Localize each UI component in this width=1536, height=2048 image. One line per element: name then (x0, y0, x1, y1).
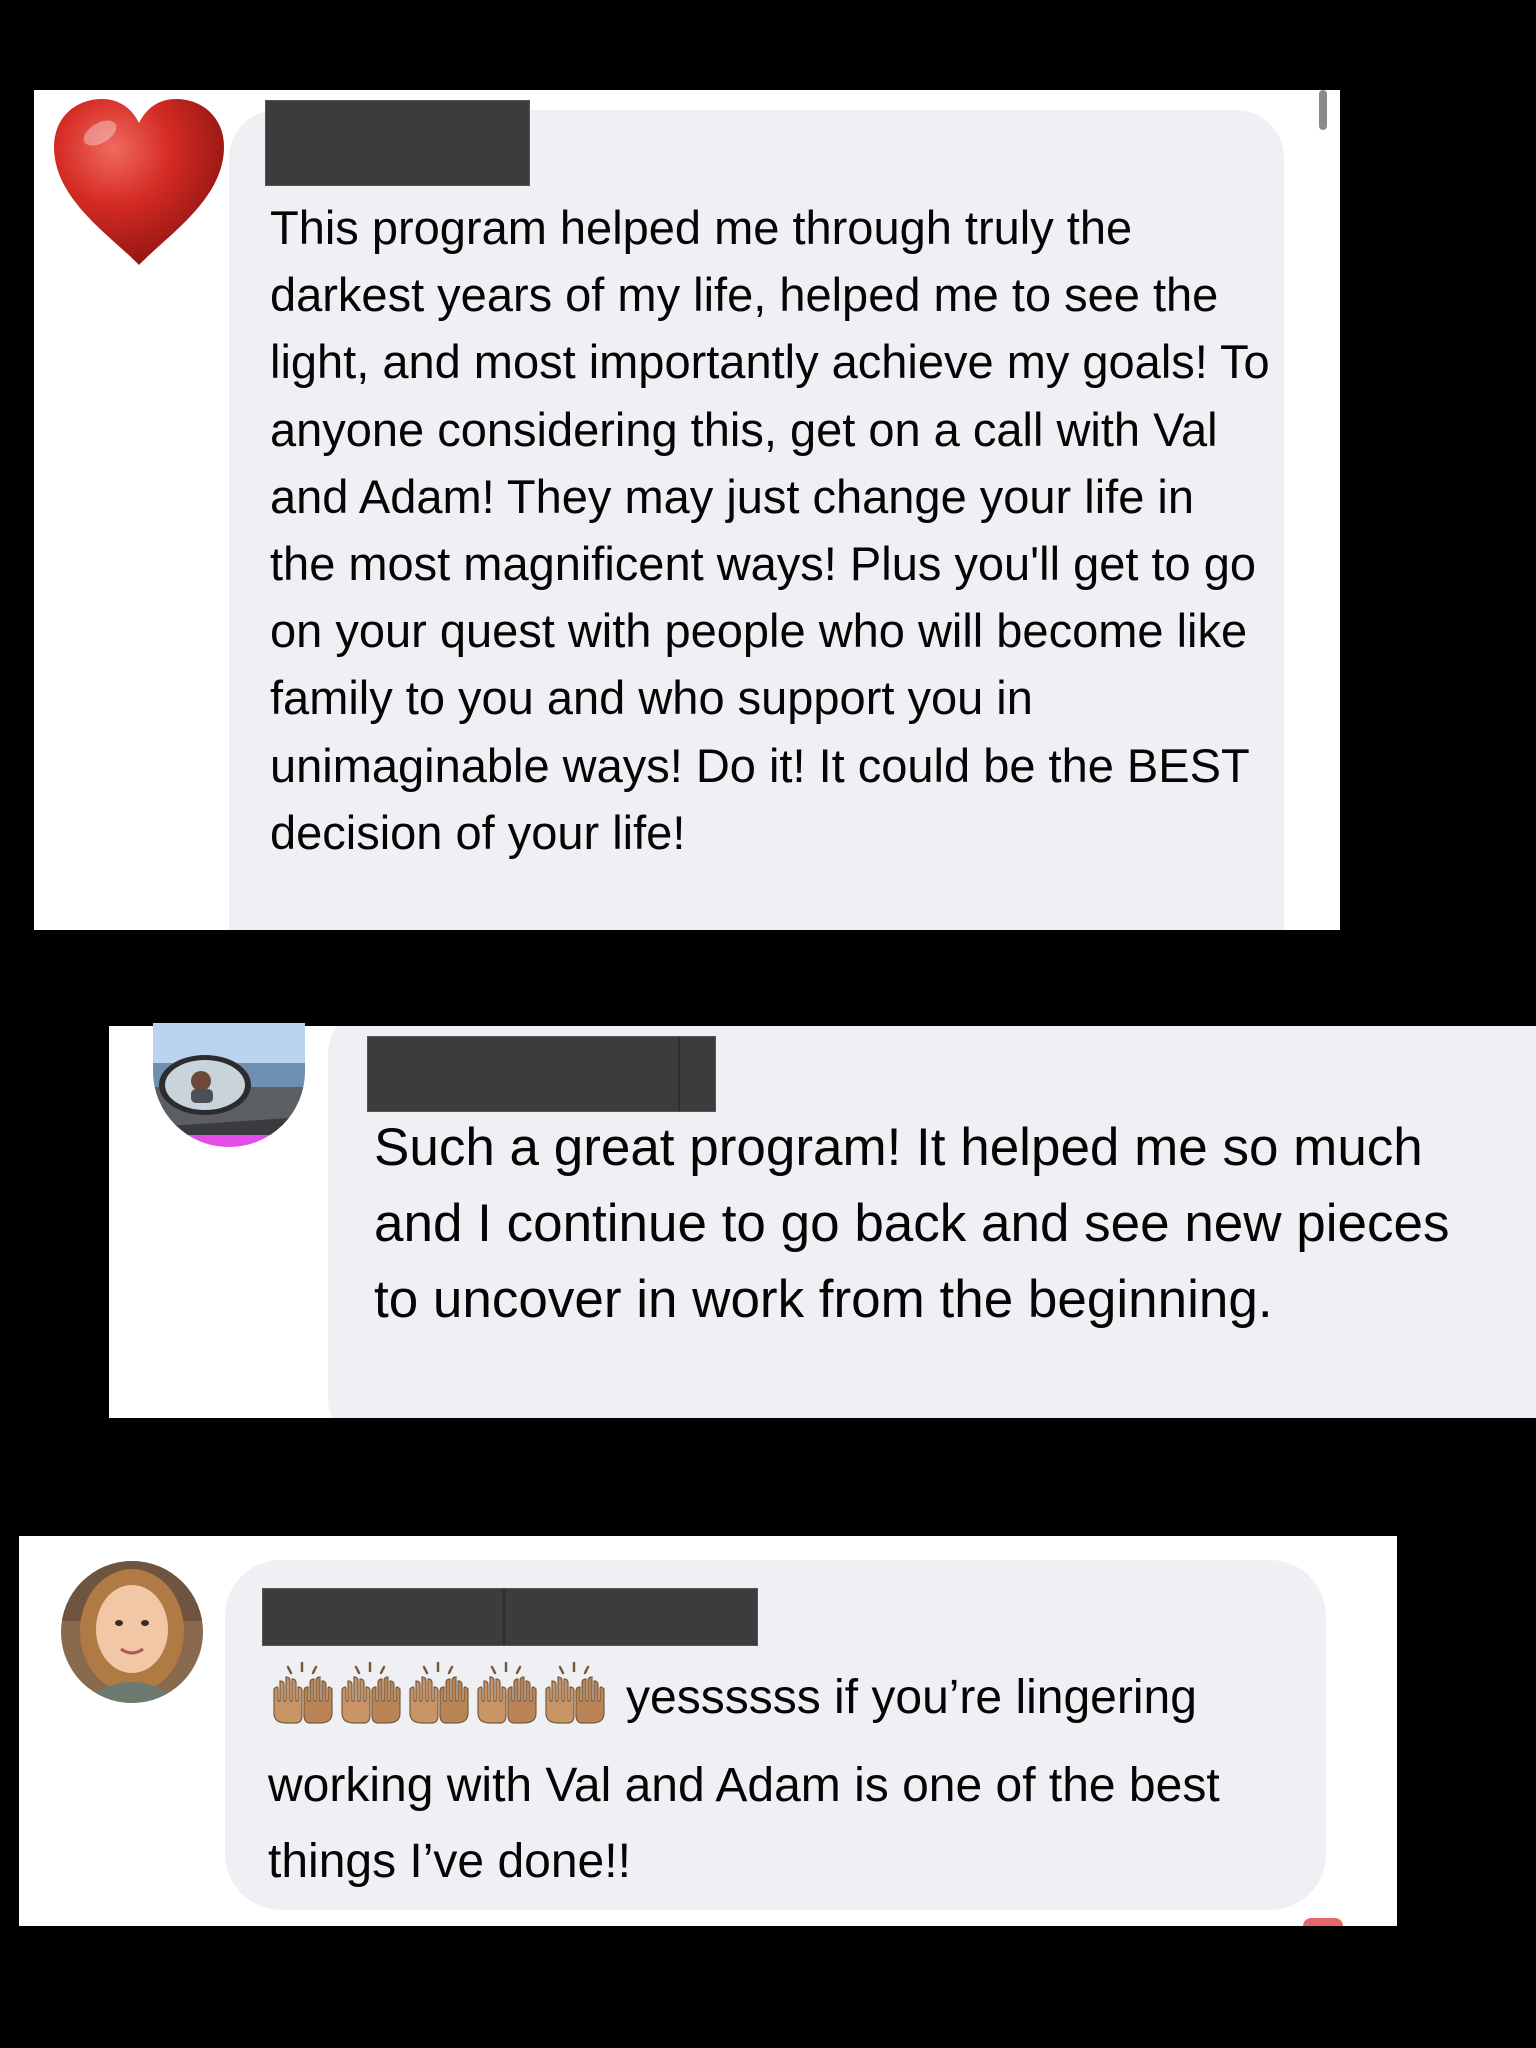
comment-text: This program helped me through truly the… (270, 201, 1270, 859)
comment-card-1: This program helped me through truly the… (34, 90, 1340, 930)
testimonial-collage: This program helped me through truly the… (0, 0, 1536, 2048)
clapping-hands-icon (409, 1661, 469, 1724)
comment-text: Such a great program! It helped me so mu… (374, 1118, 1450, 1329)
clapping-hands-icon (545, 1661, 605, 1724)
clapping-hands-icon (273, 1661, 333, 1724)
comment-card-3: yessssss if you’re lingering working wit… (19, 1536, 1397, 1926)
comment-card-2: Such a great program! It helped me so mu… (109, 1026, 1536, 1418)
commenter-name-redacted (367, 1036, 716, 1112)
avatar[interactable] (61, 1561, 203, 1703)
scrollbar[interactable] (1319, 90, 1327, 130)
clapping-hands-icon (341, 1661, 401, 1724)
reaction-icon[interactable] (1303, 1918, 1343, 1926)
comment-text: yessssss if you’re lingering working wit… (268, 1660, 1318, 1900)
commenter-name-redacted (265, 100, 530, 186)
heart-icon[interactable] (50, 95, 228, 267)
commenter-name-redacted (262, 1588, 758, 1646)
clapping-hands-icon (268, 1661, 608, 1748)
clapping-hands-icon (477, 1661, 537, 1724)
